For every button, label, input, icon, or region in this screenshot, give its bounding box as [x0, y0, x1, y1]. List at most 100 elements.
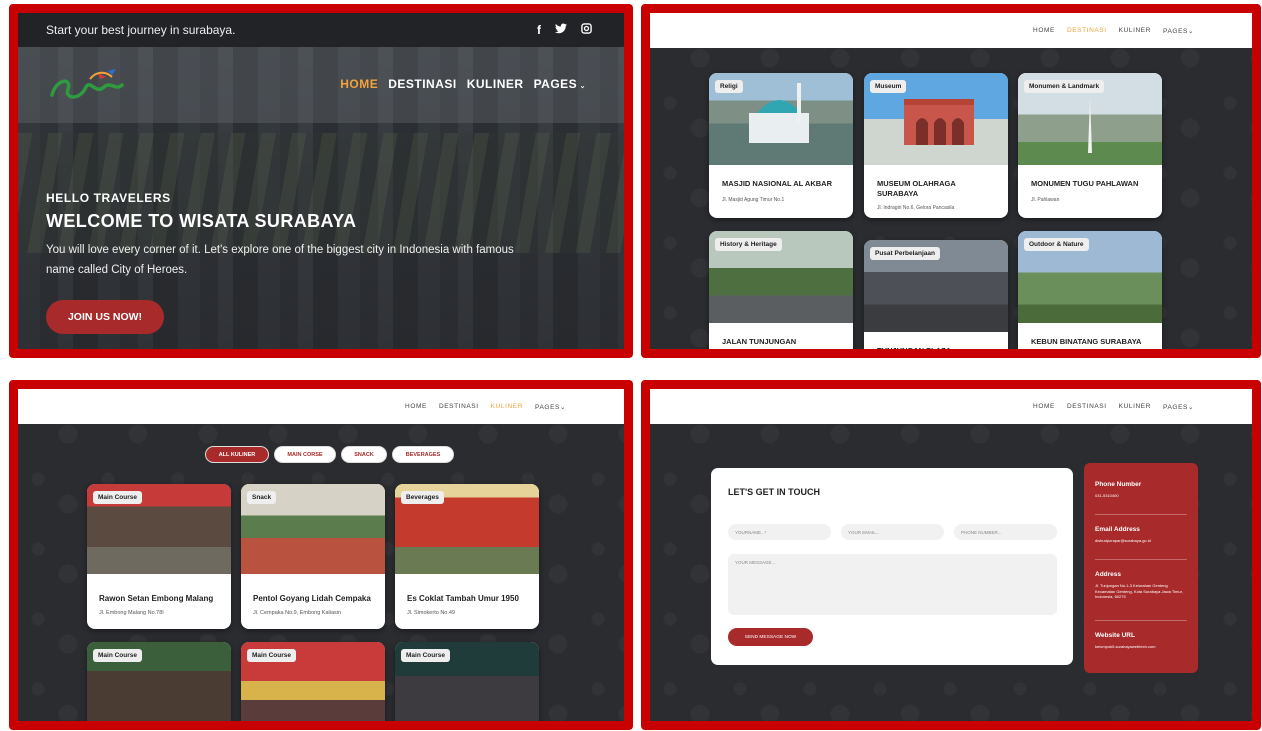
card-title: TUNJUNGAN PLAZA — [877, 346, 952, 355]
nav-destinasi[interactable]: DESTINASI — [1067, 27, 1107, 34]
kuliner-card[interactable]: Snack Pentol Goyang Lidah Cempaka Jl. Ce… — [241, 484, 385, 629]
contact-panel: HOME DESTINASI KULINER PAGES⌄ LET'S GET … — [641, 380, 1261, 730]
instagram-icon[interactable] — [581, 23, 592, 37]
nav-pages-label: PAGES — [1163, 27, 1188, 35]
destination-card[interactable]: Outdoor & Nature KEBUN BINATANG SURABAYA — [1018, 231, 1162, 349]
contact-title: LET'S GET IN TOUCH — [728, 487, 820, 497]
card-category-badge: Main Course — [93, 649, 143, 662]
kuliner-card[interactable]: Main Course — [241, 642, 385, 721]
main-navbar: HOME DESTINASI KULINER PAGES ⌄ — [18, 47, 624, 123]
facebook-icon[interactable]: f — [537, 23, 541, 37]
card-title: JALAN TUNJUNGAN — [722, 337, 797, 346]
filter-snack[interactable]: SNACK — [341, 446, 387, 463]
chevron-down-icon: ⌄ — [559, 403, 566, 411]
card-category-badge: Main Course — [247, 649, 297, 662]
nav-pages-label: PAGES — [535, 403, 560, 411]
chevron-down-icon: ⌄ — [1187, 403, 1194, 411]
card-category-badge: Main Course — [401, 649, 451, 662]
nav-pages[interactable]: PAGES⌄ — [1163, 27, 1194, 35]
nav-home[interactable]: HOME — [1033, 403, 1055, 410]
card-category-badge: History & Heritage — [715, 238, 782, 251]
divider — [1095, 559, 1187, 560]
nav-pages[interactable]: PAGES⌄ — [1163, 403, 1194, 411]
contact-form: LET'S GET IN TOUCH YOURNAME...* YOUR EMA… — [711, 468, 1073, 665]
card-category-badge: Monumen & Landmark — [1024, 80, 1105, 93]
kuliner-card[interactable]: Main Course — [395, 642, 539, 721]
card-category-badge: Pusat Perbelanjaan — [870, 247, 940, 260]
chevron-down-icon: ⌄ — [1187, 27, 1194, 35]
hero-title: WELCOME TO WISATA SURABAYA — [46, 211, 357, 231]
nav-pages-label: PAGES — [1163, 403, 1188, 411]
hero-text: HELLO TRAVELERS WELCOME TO WISATA SURABA… — [46, 191, 526, 280]
kuliner-card[interactable]: Beverages Es Coklat Tambah Umur 1950 Jl.… — [395, 484, 539, 629]
email-value[interactable]: disbudporapar@surabaya.go.id — [1095, 538, 1187, 544]
social-links: f — [537, 23, 592, 37]
nav-destinasi[interactable]: DESTINASI — [1067, 403, 1107, 410]
nav-destinasi[interactable]: DESTINASI — [388, 77, 457, 91]
card-address: Jl. Indragiri No.6, Gelora Pancasila — [877, 205, 955, 211]
send-message-button[interactable]: SEND MESSAGE NOW — [728, 628, 813, 646]
main-menu: HOME DESTINASI KULINER PAGES ⌄ — [340, 77, 586, 91]
kuliner-card[interactable]: Main Course — [87, 642, 231, 721]
filter-main-course[interactable]: MAIN CORSE — [274, 446, 336, 463]
contact-info-panel: Phone Number 031-5310400 Email Address d… — [1084, 463, 1198, 673]
nav-home[interactable]: HOME — [340, 77, 378, 91]
nav-kuliner[interactable]: KULINER — [491, 403, 523, 410]
destination-card[interactable]: Pusat Perbelanjaan TUNJUNGAN PLAZA — [864, 240, 1008, 355]
name-input[interactable]: YOURNAME...* — [728, 524, 831, 540]
address-value: Jl. Tunjungan No.1-3 Kelurahan Genteng K… — [1095, 583, 1183, 599]
card-title: Es Coklat Tambah Umur 1950 — [407, 594, 519, 603]
card-address: Jl. Simokerto No.49 — [407, 610, 455, 616]
nav-pages[interactable]: PAGES ⌄ — [534, 77, 586, 91]
nav-pages-label: PAGES — [533, 77, 578, 91]
card-category-badge: Religi — [715, 80, 743, 93]
contact-navbar: HOME DESTINASI KULINER PAGES⌄ — [650, 389, 1252, 424]
filter-all[interactable]: ALL KULINER — [205, 446, 269, 463]
card-title: Rawon Setan Embong Malang — [99, 594, 214, 603]
tagline: Start your best journey in surabaya. — [46, 23, 236, 37]
destination-card[interactable]: History & Heritage JALAN TUNJUNGAN — [709, 231, 853, 349]
divider — [1095, 620, 1187, 621]
nav-destinasi[interactable]: DESTINASI — [439, 403, 479, 410]
destination-card[interactable]: Monumen & Landmark MONUMEN TUGU PAHLAWAN… — [1018, 73, 1162, 218]
kuliner-navbar: HOME DESTINASI KULINER PAGES⌄ — [18, 389, 624, 424]
card-category-badge: Museum — [870, 80, 907, 93]
website-value[interactable]: kelompok5.surabayawebtech.com — [1095, 644, 1187, 650]
twitter-icon[interactable] — [555, 23, 567, 37]
card-address: Jl. Embong Malang No.78I — [99, 610, 164, 616]
destination-card[interactable]: Religi MASJID NASIONAL AL AKBAR Jl. Masj… — [709, 73, 853, 218]
destinasi-navbar: HOME DESTINASI KULINER PAGES⌄ — [650, 13, 1252, 48]
kuliner-card[interactable]: Main Course Rawon Setan Embong Malang Jl… — [87, 484, 231, 629]
email-input[interactable]: YOUR EMAIL... — [841, 524, 944, 540]
kuliner-filters: ALL KULINER MAIN CORSE SNACK BEVERAGES — [205, 446, 454, 463]
card-address: Jl. Cempaka No.9, Embong Kaliasin — [253, 610, 342, 616]
nav-kuliner[interactable]: KULINER — [1119, 403, 1151, 410]
card-category-badge: Main Course — [93, 491, 143, 504]
website-label: Website URL — [1095, 632, 1135, 639]
filter-beverages[interactable]: BEVERAGES — [392, 446, 454, 463]
card-address: Jl. Pahlawan — [1031, 197, 1060, 203]
nav-pages[interactable]: PAGES⌄ — [535, 403, 566, 411]
card-category-badge: Outdoor & Nature — [1024, 238, 1089, 251]
card-title: KEBUN BINATANG SURABAYA — [1031, 337, 1142, 346]
chevron-down-icon: ⌄ — [577, 83, 586, 90]
nav-kuliner[interactable]: KULINER — [467, 77, 524, 91]
phone-value: 031-5310400 — [1095, 493, 1119, 498]
card-title: MASJID NASIONAL AL AKBAR — [722, 179, 833, 188]
card-title: MUSEUM OLAHRAGA SURABAYA — [877, 179, 956, 198]
hero-kicker: HELLO TRAVELERS — [46, 191, 171, 205]
join-us-button[interactable]: JOIN US NOW! — [46, 300, 164, 334]
nav-home[interactable]: HOME — [1033, 27, 1055, 34]
surabaya-logo[interactable] — [46, 65, 126, 107]
nav-home[interactable]: HOME — [405, 403, 427, 410]
message-textarea[interactable]: YOUR MESSAGE... — [728, 554, 1057, 615]
phone-input[interactable]: PHONE NUMBER... — [954, 524, 1057, 540]
nav-kuliner[interactable]: KULINER — [1119, 27, 1151, 34]
card-category-badge: Snack — [247, 491, 277, 504]
destination-card[interactable]: Museum MUSEUM OLAHRAGA SURABAYA Jl. Indr… — [864, 73, 1008, 218]
destinasi-panel: HOME DESTINASI KULINER PAGES⌄ Religi MAS… — [641, 4, 1261, 358]
address-label: Address — [1095, 571, 1122, 578]
card-category-badge: Beverages — [401, 491, 444, 504]
card-title: Pentol Goyang Lidah Cempaka — [253, 594, 371, 603]
top-bar: Start your best journey in surabaya. f — [18, 13, 624, 47]
